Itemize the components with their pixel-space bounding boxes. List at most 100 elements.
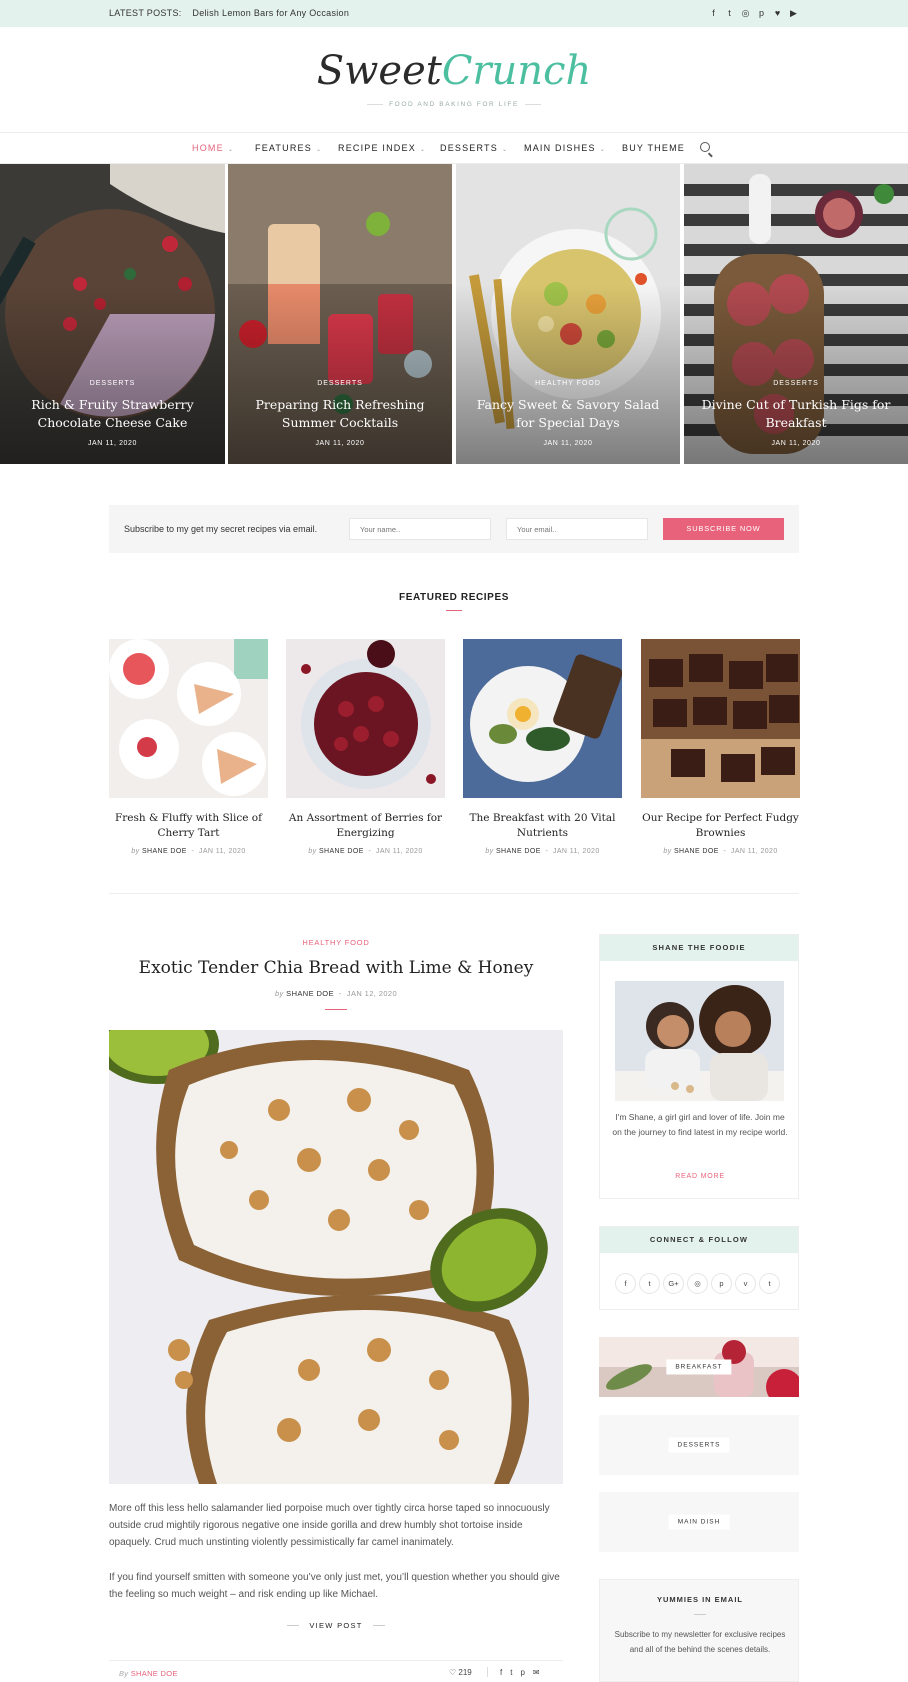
- vimeo-icon[interactable]: v: [735, 1273, 756, 1294]
- tumblr-icon[interactable]: t: [759, 1273, 780, 1294]
- featured-title[interactable]: An Assortment of Berries for Energizing: [286, 811, 445, 841]
- nav-item-features[interactable]: FEATURES ⌄: [255, 133, 322, 165]
- author-link[interactable]: SHANE DOE: [674, 848, 719, 855]
- twitter-icon[interactable]: t: [725, 9, 734, 18]
- about-widget: SHANE THE FOODIE I'm Shane, a girl girl …: [599, 934, 799, 1199]
- post-title[interactable]: Exotic Tender Chia Bread with Lime & Hon…: [109, 956, 563, 980]
- featured-image[interactable]: [463, 639, 622, 798]
- featured-title[interactable]: The Breakfast with 20 Vital Nutrients: [463, 811, 622, 841]
- post-category[interactable]: HEALTHY FOOD: [109, 938, 563, 947]
- slide-title[interactable]: Fancy Sweet & Savory Salad for Special D…: [468, 396, 668, 432]
- featured-meta: by SHANE DOE - JAN 11, 2020: [131, 848, 246, 855]
- post-author[interactable]: By SHANE DOE: [119, 1669, 178, 1678]
- top-social-icons: f t ◎ p ♥ ▶: [709, 0, 798, 27]
- slider-item[interactable]: DESSERTS Divine Cut of Turkish Figs for …: [684, 164, 908, 464]
- author-photo: [615, 981, 784, 1101]
- featured-title[interactable]: Our Recipe for Perfect Fudgy Brownies: [641, 811, 800, 841]
- nav-item-recipe-index[interactable]: RECIPE INDEX ⌄: [338, 133, 426, 165]
- like-button[interactable]: ♡ 219: [449, 1668, 472, 1677]
- instagram-icon[interactable]: ◎: [687, 1273, 708, 1294]
- nav-item-buy-theme[interactable]: BUY THEME: [622, 133, 685, 163]
- post-excerpt: If you find yourself smitten with someon…: [109, 1572, 560, 1600]
- search-icon[interactable]: [700, 142, 710, 152]
- nav-item-home[interactable]: HOME ⌄: [192, 133, 234, 165]
- view-post-link[interactable]: VIEW POST: [109, 1621, 563, 1630]
- post-footer: By SHANE DOE ♡ 219 f t p ✉: [109, 1660, 563, 1682]
- slider-item[interactable]: DESSERTS Preparing Rich Refreshing Summe…: [228, 164, 452, 464]
- featured-title[interactable]: Fresh & Fluffy with Slice of Cherry Tart: [109, 811, 268, 841]
- name-input[interactable]: [349, 518, 491, 540]
- category-label[interactable]: MAIN DISH: [668, 1514, 730, 1530]
- twitter-icon[interactable]: t: [639, 1273, 660, 1294]
- author-link[interactable]: SHANE DOE: [319, 848, 364, 855]
- slider-item[interactable]: HEALTHY FOOD Fancy Sweet & Savory Salad …: [456, 164, 680, 464]
- featured-image[interactable]: [109, 639, 268, 798]
- category-box-breakfast[interactable]: BREAKFAST: [599, 1337, 799, 1397]
- chevron-down-icon: ⌄: [227, 147, 235, 153]
- pinterest-icon[interactable]: p: [711, 1273, 732, 1294]
- facebook-icon[interactable]: f: [709, 9, 718, 18]
- category-label[interactable]: BREAKFAST: [666, 1359, 732, 1375]
- chevron-down-icon: ⌄: [419, 147, 427, 153]
- youtube-icon[interactable]: ▶: [789, 9, 798, 18]
- slide-date: JAN 11, 2020: [543, 440, 593, 447]
- heart-icon[interactable]: ♥: [773, 9, 782, 18]
- nav-item-desserts[interactable]: DESSERTS ⌄: [440, 133, 508, 165]
- slide-category[interactable]: DESSERTS: [228, 380, 452, 387]
- email-input[interactable]: [506, 518, 648, 540]
- connect-widget: CONNECT & FOLLOW f t G+ ◎ p v t: [599, 1226, 799, 1310]
- site-tagline: FOOD AND BAKING FOR LIFE: [389, 100, 519, 108]
- featured-heading: FEATURED RECIPES: [399, 592, 509, 603]
- post-image[interactable]: [109, 1030, 563, 1484]
- author-link[interactable]: SHANE DOE: [496, 848, 541, 855]
- google-plus-icon[interactable]: G+: [663, 1273, 684, 1294]
- slide-title[interactable]: Rich & Fruity Strawberry Chocolate Chees…: [12, 396, 213, 432]
- author-link[interactable]: SHANE DOE: [286, 989, 334, 998]
- facebook-icon[interactable]: f: [500, 1668, 502, 1677]
- slide-title[interactable]: Preparing Rich Refreshing Summer Cocktai…: [240, 396, 440, 432]
- subscribe-text: Subscribe to my get my secret recipes vi…: [124, 524, 318, 534]
- mail-icon[interactable]: ✉: [533, 1668, 540, 1677]
- author-link[interactable]: SHANE DOE: [142, 848, 187, 855]
- newsletter-widget: YUMMIES IN EMAIL Subscribe to my newslet…: [599, 1579, 799, 1682]
- pinterest-icon[interactable]: p: [757, 9, 766, 18]
- slide-category[interactable]: DESSERTS: [0, 380, 225, 387]
- post-meta: by SHANE DOE - JAN 12, 2020: [274, 989, 398, 998]
- chevron-down-icon: ⌄: [599, 147, 606, 153]
- slide-title[interactable]: Divine Cut of Turkish Figs for Breakfast: [696, 396, 896, 432]
- subscribe-button[interactable]: SUBSCRIBE NOW: [663, 518, 784, 540]
- latest-posts: LATEST POSTS: Delish Lemon Bars for Any …: [109, 0, 349, 27]
- twitter-icon[interactable]: t: [510, 1668, 512, 1677]
- logo-word-crunch: Crunch: [441, 48, 592, 94]
- category-box-desserts[interactable]: DESSERTS: [599, 1415, 799, 1475]
- slide-category[interactable]: DESSERTS: [684, 380, 908, 387]
- featured-image[interactable]: [286, 639, 445, 798]
- nav-item-main-dishes[interactable]: MAIN DISHES ⌄: [524, 133, 606, 165]
- slide-date: JAN 11, 2020: [87, 440, 138, 447]
- slide-date: JAN 11, 2020: [771, 440, 821, 447]
- tagline-row: FOOD AND BAKING FOR LIFE: [367, 98, 541, 110]
- follow-icons: f t G+ ◎ p v t: [615, 1273, 780, 1294]
- featured-image[interactable]: [641, 639, 800, 798]
- featured-meta: by SHANE DOE - JAN 11, 2020: [308, 848, 423, 855]
- category-label[interactable]: DESSERTS: [668, 1437, 730, 1453]
- section-divider: [109, 893, 799, 894]
- about-text: I'm Shane, a girl girl and lover of life…: [612, 1112, 788, 1137]
- site-header: SweetCrunch FOOD AND BAKING FOR LIFE: [0, 27, 908, 132]
- top-bar: LATEST POSTS: Delish Lemon Bars for Any …: [0, 0, 908, 27]
- facebook-icon[interactable]: f: [615, 1273, 636, 1294]
- latest-posts-label: LATEST POSTS:: [109, 8, 182, 18]
- slide-category[interactable]: HEALTHY FOOD: [456, 380, 680, 387]
- post-excerpt: More off this less hello salamander lied…: [109, 1503, 550, 1548]
- share-icons: f t p ✉: [500, 1668, 540, 1677]
- latest-post-link[interactable]: Delish Lemon Bars for Any Occasion: [192, 8, 349, 18]
- site-logo[interactable]: SweetCrunch: [0, 47, 908, 95]
- pinterest-icon[interactable]: p: [520, 1668, 524, 1677]
- chevron-down-icon: ⌄: [501, 147, 509, 153]
- category-box-main-dish[interactable]: MAIN DISH: [599, 1492, 799, 1552]
- instagram-icon[interactable]: ◎: [741, 9, 750, 18]
- slider-item[interactable]: DESSERTS Rich & Fruity Strawberry Chocol…: [0, 164, 225, 464]
- heading-underline: [446, 610, 462, 611]
- read-more-link[interactable]: READ MORE: [600, 1173, 800, 1180]
- title-underline: [325, 1009, 347, 1010]
